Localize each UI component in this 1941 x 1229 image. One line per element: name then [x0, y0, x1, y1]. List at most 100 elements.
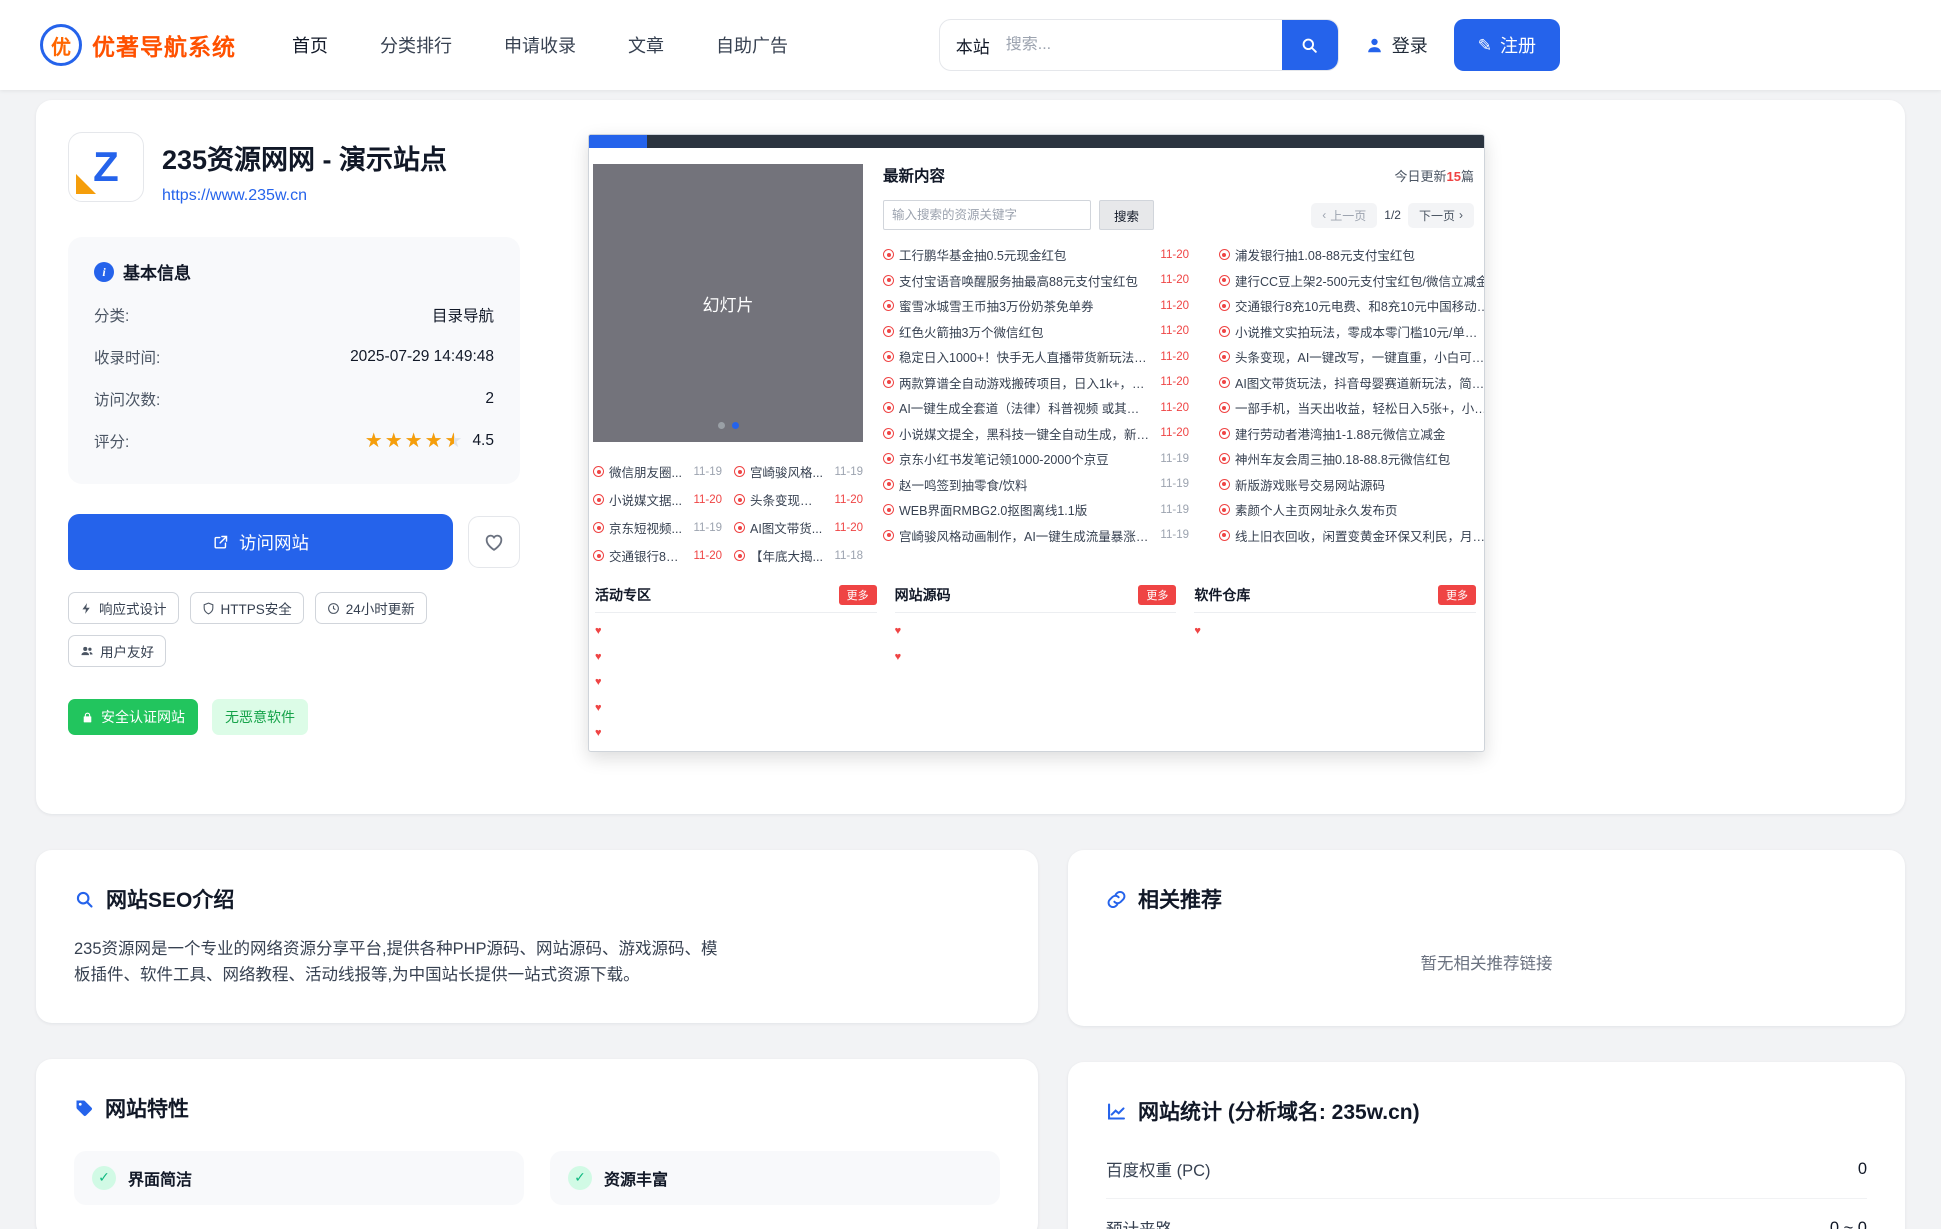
nav-link[interactable]: 申请收录: [504, 32, 576, 58]
preview-list-item: ♥: [595, 696, 877, 722]
heart-icon: ♥: [895, 652, 902, 663]
info-label: 分类:: [94, 304, 129, 326]
hot-icon: [1219, 479, 1230, 490]
page-title: 235资源网网 - 演示站点: [162, 138, 447, 177]
preview-subsection: 活动专区 更多 ♥ ♥ ♥: [595, 585, 877, 747]
item-date: 11-20: [687, 494, 722, 506]
nav-link[interactable]: 自助广告: [716, 32, 788, 58]
clock-icon: [327, 602, 340, 615]
hot-icon: [883, 402, 894, 413]
hot-icon: [883, 377, 894, 388]
item-title: 蜜雪冰城雪王币抽3万份奶茶免单券: [899, 296, 1149, 315]
related-empty-text: 暂无相关推荐链接: [1106, 950, 1867, 974]
features-card: 网站特性 ✓ 界面简洁 ✓ 资源丰富: [36, 1059, 1038, 1229]
item-title: 交通银行8充10元电费、和8充10元中国移动话费: [1235, 296, 1485, 315]
hot-icon: [1219, 300, 1230, 311]
feature-label: 界面简洁: [128, 1166, 192, 1190]
update-count: 今日更新15篇: [1395, 166, 1475, 185]
hot-icon: [883, 504, 894, 515]
hot-icon: [593, 550, 604, 561]
nav-link[interactable]: 首页: [292, 32, 328, 58]
register-button[interactable]: ✎ 注册: [1454, 19, 1560, 71]
heart-icon: ♥: [595, 677, 602, 688]
mini-article-list: 微信朋友圈... 11-19 宫崎骏风格... 11-19 小说媒文据... 1…: [593, 462, 863, 565]
search-scope-select[interactable]: 本站: [940, 33, 1006, 58]
item-date: 11-19: [1154, 529, 1189, 541]
search-input[interactable]: [1006, 36, 1282, 54]
item-date: 11-20: [1154, 376, 1189, 388]
stat-value: 0: [1858, 1160, 1867, 1179]
item-title: 线上旧衣回收，闲置变黄金环保又利民，月入1...: [1235, 526, 1485, 545]
info-label: 收录时间:: [94, 346, 160, 368]
more-button: 更多: [1138, 585, 1176, 605]
item-title: 一部手机，当天出收益，轻松日入5张+，小白...: [1235, 398, 1485, 417]
stat-label: 预计来路: [1106, 1216, 1172, 1229]
site-logo-letter: Z: [93, 146, 119, 188]
hot-icon: [883, 453, 894, 464]
preview-list-item: 支付宝语音唤醒服务抽最高88元支付宝红包 11-20: [883, 268, 1189, 294]
preview-search-input: [883, 200, 1091, 230]
item-title: 红色火箭抽3万个微信红包: [899, 322, 1149, 341]
search-button[interactable]: [1282, 19, 1338, 71]
preview-list-item: 建行CC豆上架2-500元支付宝红包/微信立减金 11-20: [1219, 268, 1485, 294]
login-label: 登录: [1392, 32, 1428, 58]
tag-responsive: 响应式设计: [68, 592, 179, 624]
hot-icon: [1219, 402, 1230, 413]
preview-list-item: 新版游戏账号交易网站源码 11-19: [1219, 472, 1485, 498]
preview-list-item: 红色火箭抽3万个微信红包 11-20: [883, 319, 1189, 345]
preview-list-item: 小说媒文据... 11-20: [593, 490, 722, 509]
rating-value: 4.5: [472, 432, 494, 450]
main-nav: 首页 分类排行 申请收录 文章 自助广告: [292, 32, 788, 58]
preview-list-item: ♥: [595, 670, 877, 696]
site-url-link[interactable]: https://www.235w.cn: [162, 187, 307, 205]
preview-list-item: 建行劳动者港湾抽1-1.88元微信立减金 11-19: [1219, 421, 1485, 447]
heart-icon: ♥: [595, 703, 602, 714]
item-title: 建行劳动者港湾抽1-1.88元微信立减金: [1235, 424, 1485, 443]
hot-icon: [734, 466, 745, 477]
login-link[interactable]: 登录: [1365, 32, 1428, 58]
item-title: 微信朋友圈...: [609, 462, 682, 481]
stats-card: 网站统计 (分析域名: 235w.cn) 百度权重 (PC) 0 预计来路 0 …: [1068, 1062, 1905, 1229]
chevron-left-icon: ‹: [1322, 208, 1326, 222]
check-icon: ✓: [92, 1166, 116, 1190]
item-date: 11-19: [1154, 478, 1189, 490]
nav-link[interactable]: 文章: [628, 32, 664, 58]
item-title: 交通银行8充...: [609, 546, 682, 565]
tag-friendly: 用户友好: [68, 635, 166, 667]
hot-icon: [1219, 428, 1230, 439]
preview-list-item: ♥: [1194, 619, 1476, 645]
link-icon: [1106, 889, 1127, 910]
preview-list-item: ♥: [595, 721, 877, 747]
preview-list-item: 京东短视频... 11-19: [593, 518, 722, 537]
heart-icon: ♥: [595, 652, 602, 663]
shield-icon: [202, 602, 215, 615]
preview-list-item: 交通银行8充... 11-20: [593, 546, 722, 565]
item-title: 素颜个人主页网址永久发布页: [1235, 500, 1485, 519]
hot-icon: [883, 351, 894, 362]
preview-list-item: 京东小红书发笔记领1000-2000个京豆 11-19: [883, 446, 1189, 472]
heart-icon: ♥: [595, 626, 602, 637]
site-screenshot[interactable]: 幻灯片 微信朋友圈... 11-19 宫崎骏风格... 11-19: [588, 134, 1485, 752]
tag-icon: [74, 1098, 94, 1118]
preview-subsection: 网站源码 更多 ♥ ♥: [895, 585, 1177, 747]
security-badges: 安全认证网站 无恶意软件: [68, 699, 520, 735]
brand[interactable]: 优 优著导航系统: [40, 24, 236, 66]
preview-list-item: 一部手机，当天出收益，轻松日入5张+，小白... 11-20: [1219, 395, 1485, 421]
visit-site-button[interactable]: 访问网站: [68, 514, 453, 570]
item-date: 11-20: [1154, 427, 1189, 439]
seo-card: 网站SEO介绍 235资源网是一个专业的网络资源分享平台,提供各种PHP源码、网…: [36, 850, 1038, 1023]
favorite-button[interactable]: [468, 516, 520, 568]
slideshow-label: 幻灯片: [703, 291, 754, 316]
brand-name: 优著导航系统: [92, 28, 236, 62]
feature-label: 资源丰富: [604, 1166, 668, 1190]
preview-subsections: 活动专区 更多 ♥ ♥ ♥: [589, 565, 1484, 747]
item-title: 小说媒文据...: [609, 490, 682, 509]
info-value: 2025-07-29 14:49:48: [350, 348, 494, 366]
preview-list-item: 稳定日入1000+！快手无人直播带货新玩法，... 11-20: [883, 344, 1189, 370]
search-box: 本站: [939, 19, 1339, 71]
hot-icon: [593, 522, 604, 533]
stat-value: 0 ~ 0: [1830, 1219, 1867, 1229]
related-card: 相关推荐 暂无相关推荐链接: [1068, 850, 1905, 1026]
item-title: AI一键生成全套道（法律）科普视频 或其他套...: [899, 398, 1149, 417]
nav-link[interactable]: 分类排行: [380, 32, 452, 58]
